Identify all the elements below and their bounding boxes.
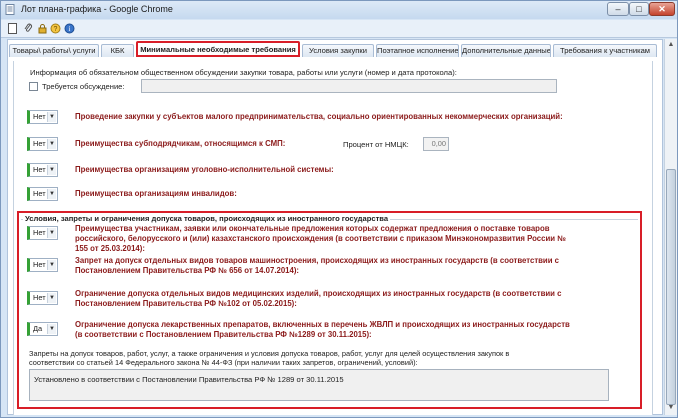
medical-devices-label: Ограничение допуска отдельных видов меди…: [75, 289, 562, 308]
info-icon[interactable]: i: [64, 23, 75, 34]
svg-text:?: ?: [54, 26, 58, 33]
medical-devices-select[interactable]: Нет ▼: [27, 291, 58, 305]
penal-system-label: Преимущества организациям уголовно-испол…: [75, 165, 334, 174]
disabled-organizations-label: Преимущества организациям инвалидов:: [75, 189, 237, 198]
foreign-restrictions-textarea[interactable]: Установлено в соответствии с Постановлен…: [29, 369, 609, 401]
toolbar: ? i: [1, 20, 677, 38]
title-bar: Лот плана-графика - Google Chrome – □ ✕: [1, 1, 677, 19]
scroll-down-icon[interactable]: ▼: [665, 402, 677, 414]
chevron-down-icon: ▼: [47, 260, 56, 270]
discussion-required-checkbox[interactable]: [29, 82, 38, 91]
tab-purchase-conditions[interactable]: Условия закупки: [302, 44, 374, 57]
foreign-restrictions-note: Запреты на допуск товаров, работ, услуг,…: [29, 349, 510, 367]
small-business-select[interactable]: Нет ▼: [27, 110, 58, 124]
nmck-percent-label: Процент от НМЦК:: [343, 140, 409, 149]
discussion-required-label: Требуется обсуждение:: [42, 82, 125, 91]
close-button[interactable]: ✕: [649, 2, 675, 16]
eaeu-preference-select[interactable]: Нет ▼: [27, 226, 58, 240]
penal-system-select[interactable]: Нет ▼: [27, 163, 58, 177]
chevron-down-icon: ▼: [47, 324, 56, 334]
smp-subcontractor-label: Преимущества субподрядчикам, относящимся…: [75, 139, 286, 148]
scrollbar-thumb[interactable]: [666, 169, 676, 405]
foreign-restrictions-title: Условия, запреты и ограничения допуска т…: [23, 214, 391, 223]
machinery-ban-select[interactable]: Нет ▼: [27, 258, 58, 272]
chevron-down-icon: ▼: [47, 112, 56, 122]
nmck-percent-field[interactable]: 0,00: [423, 137, 449, 151]
browser-window: Лот плана-графика - Google Chrome – □ ✕ …: [0, 0, 678, 418]
chevron-down-icon: ▼: [47, 139, 56, 149]
machinery-ban-label: Запрет на допуск отдельных видов товаров…: [75, 256, 560, 275]
disabled-organizations-select[interactable]: Нет ▼: [27, 187, 58, 201]
minimize-button[interactable]: –: [607, 2, 629, 16]
chevron-down-icon: ▼: [47, 189, 56, 199]
maximize-button[interactable]: □: [629, 2, 649, 16]
chevron-down-icon: ▼: [47, 228, 56, 238]
document-icon: [5, 4, 15, 15]
discussion-info-label: Информация об обязательном общественном …: [30, 68, 457, 77]
tab-participant-requirements[interactable]: Требования к участникам: [553, 44, 657, 57]
paperclip-icon[interactable]: [23, 23, 34, 34]
tab-goods[interactable]: Товары\ работы\ услуги: [9, 44, 99, 57]
eaeu-preference-label: Преимущества участникам, заявки или окон…: [75, 224, 566, 253]
smp-subcontractor-select[interactable]: Нет ▼: [27, 137, 58, 151]
lock-icon[interactable]: [37, 23, 48, 34]
help-icon[interactable]: ?: [50, 23, 61, 34]
chevron-down-icon: ▼: [47, 165, 56, 175]
vertical-scrollbar[interactable]: ▲ ▼: [664, 39, 677, 415]
discussion-protocol-field[interactable]: [141, 79, 557, 93]
scroll-up-icon[interactable]: ▲: [665, 39, 677, 51]
drugs-restriction-label: Ограничение допуска лекарственных препар…: [75, 320, 570, 339]
tab-additional-data[interactable]: Дополнительные данные: [461, 44, 551, 57]
chevron-down-icon: ▼: [47, 293, 56, 303]
document-icon[interactable]: [7, 23, 18, 34]
small-business-label: Проведение закупки у субъектов малого пр…: [75, 112, 563, 121]
drugs-restriction-select[interactable]: Да ▼: [27, 322, 58, 336]
svg-text:i: i: [69, 25, 71, 33]
window-title: Лот плана-графика - Google Chrome: [21, 4, 173, 14]
tab-kbk[interactable]: КБК: [101, 44, 134, 57]
tab-minimum-requirements[interactable]: Минимальные необходимые требования: [136, 41, 300, 57]
tab-bar: Товары\ работы\ услуги КБК Минимальные н…: [7, 41, 657, 57]
tab-phased-execution[interactable]: Поэтапное исполнение: [376, 44, 459, 57]
